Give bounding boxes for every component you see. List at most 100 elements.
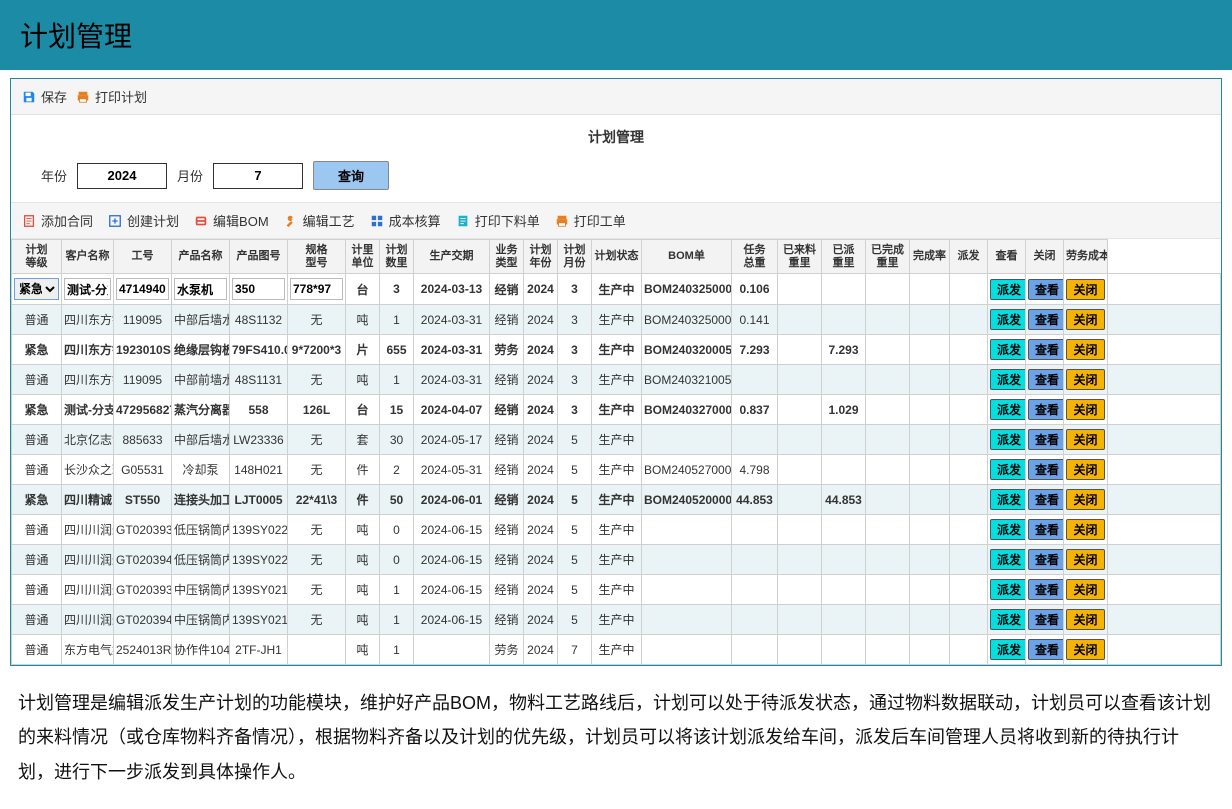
cell: LJT0005 (230, 485, 288, 515)
level-select[interactable]: 紧急 (14, 278, 59, 300)
column-header[interactable]: 产品图号 (230, 240, 288, 274)
dispatch-button[interactable]: 派发 (990, 399, 1026, 420)
create-plan-button[interactable]: 创建计划 (107, 211, 179, 230)
cell: 查看 (1026, 515, 1064, 545)
table-row[interactable]: 普通四川川润达GT020393低压锅筒内部139SY0220无吨02024-06… (12, 515, 1221, 545)
dispatch-button[interactable]: 派发 (990, 519, 1026, 540)
view-button[interactable]: 查看 (1028, 339, 1064, 360)
column-header[interactable]: BOM单 (642, 240, 732, 274)
view-button[interactable]: 查看 (1028, 309, 1064, 330)
close-button[interactable]: 关闭 (1066, 429, 1104, 450)
column-header[interactable]: 关闭 (1026, 240, 1064, 274)
column-header[interactable]: 计划数里 (380, 240, 414, 274)
table-row[interactable]: 普通长沙众之玑G05531冷却泵148H021无件22024-05-31经销20… (12, 455, 1221, 485)
table-row[interactable]: 普通四川东方银119095中部后墙水冷48S1132无吨12024-03-31经… (12, 305, 1221, 335)
add-contract-button[interactable]: 添加合同 (21, 211, 93, 230)
cell: 片 (346, 335, 380, 365)
save-button[interactable]: 保存 (21, 87, 67, 106)
edit-process-button[interactable]: 编辑工艺 (283, 211, 355, 230)
column-header[interactable]: 已来料重里 (778, 240, 822, 274)
view-button[interactable]: 查看 (1028, 279, 1064, 300)
close-button[interactable]: 关闭 (1066, 519, 1104, 540)
column-header[interactable]: 计里单位 (346, 240, 380, 274)
table-row[interactable]: 普通四川川润达GT020394-2低压锅筒内部139SY0220无吨02024-… (12, 545, 1221, 575)
dispatch-button[interactable]: 派发 (990, 609, 1026, 630)
dispatch-button[interactable]: 派发 (990, 579, 1026, 600)
print-order-button[interactable]: 打印工单 (554, 211, 626, 230)
column-header[interactable]: 计划月份 (558, 240, 592, 274)
view-button[interactable]: 查看 (1028, 639, 1064, 660)
customer-input[interactable] (64, 278, 111, 300)
dispatch-button[interactable]: 派发 (990, 429, 1026, 450)
dispatch-button[interactable]: 派发 (990, 459, 1026, 480)
table-row[interactable]: 紧急四川精诚ST550连接头加工LJT000522*41\3件502024-06… (12, 485, 1221, 515)
dispatch-button[interactable]: 派发 (990, 279, 1026, 300)
column-header[interactable]: 已完成重里 (866, 240, 910, 274)
close-button[interactable]: 关闭 (1066, 369, 1104, 390)
column-header[interactable]: 任务总重 (732, 240, 778, 274)
column-header[interactable]: 工号 (114, 240, 172, 274)
year-input[interactable] (77, 163, 167, 189)
column-header[interactable]: 产品名称 (172, 240, 230, 274)
table-row[interactable]: 普通东方电气集2524013R协作件104车2TF-JH1吨1劳务20247生产… (12, 635, 1221, 665)
cell: 0.106 (732, 274, 778, 305)
product-input[interactable] (174, 278, 227, 300)
column-header[interactable]: 客户名称 (62, 240, 114, 274)
close-button[interactable]: 关闭 (1066, 309, 1104, 330)
job-input[interactable] (116, 278, 169, 300)
view-button[interactable]: 查看 (1028, 429, 1064, 450)
drawing-input[interactable] (232, 278, 285, 300)
table-row[interactable]: 普通四川川润达GT020394-2中压锅筒内部139SY0210无吨12024-… (12, 605, 1221, 635)
view-button[interactable]: 查看 (1028, 549, 1064, 570)
view-button[interactable]: 查看 (1028, 579, 1064, 600)
table-row[interactable]: 紧急测试-分支472956827蒸汽分离器558126L台152024-04-0… (12, 395, 1221, 425)
column-header[interactable]: 计划等级 (12, 240, 62, 274)
cell: 5 (558, 575, 592, 605)
view-button[interactable]: 查看 (1028, 459, 1064, 480)
dispatch-button[interactable]: 派发 (990, 369, 1026, 390)
close-button[interactable]: 关闭 (1066, 399, 1104, 420)
close-button[interactable]: 关闭 (1066, 459, 1104, 480)
column-header[interactable]: 计划年份 (524, 240, 558, 274)
column-header[interactable]: 计划状态 (592, 240, 642, 274)
view-button[interactable]: 查看 (1028, 609, 1064, 630)
table-row[interactable]: 紧急四川东方银1923010S绝缘层钩板79FS410.099*7200*3片6… (12, 335, 1221, 365)
column-header[interactable]: 规格型号 (288, 240, 346, 274)
table-row[interactable]: 普通北京亿志沙885633中部后墙水冷LW23336无套302024-05-17… (12, 425, 1221, 455)
view-button[interactable]: 查看 (1028, 369, 1064, 390)
cell (1108, 635, 1221, 665)
table-row[interactable]: 普通四川东方银119095中部前墙水冷48S1131无吨12024-03-31经… (12, 365, 1221, 395)
column-header[interactable]: 派发 (950, 240, 988, 274)
close-button[interactable]: 关闭 (1066, 279, 1104, 300)
month-input[interactable] (213, 163, 303, 189)
cell (1108, 365, 1221, 395)
close-button[interactable]: 关闭 (1066, 339, 1104, 360)
close-button[interactable]: 关闭 (1066, 549, 1104, 570)
cost-calc-button[interactable]: 成本核算 (369, 211, 441, 230)
print-cutlist-button[interactable]: 打印下料单 (455, 211, 540, 230)
column-header[interactable]: 劳务成本 (1064, 240, 1108, 274)
table-row[interactable]: 普通四川川润达GT020393中压锅筒内部139SY0210无吨12024-06… (12, 575, 1221, 605)
column-header[interactable]: 生产交期 (414, 240, 490, 274)
close-button[interactable]: 关闭 (1066, 489, 1104, 510)
column-header[interactable]: 已派重里 (822, 240, 866, 274)
column-header[interactable]: 业务类型 (490, 240, 524, 274)
edit-bom-button[interactable]: 编辑BOM (193, 211, 269, 230)
spec-input[interactable] (290, 278, 343, 300)
dispatch-button[interactable]: 派发 (990, 309, 1026, 330)
close-button[interactable]: 关闭 (1066, 609, 1104, 630)
dispatch-button[interactable]: 派发 (990, 549, 1026, 570)
query-button[interactable]: 查询 (313, 161, 389, 190)
column-header[interactable]: 完成率 (910, 240, 950, 274)
view-button[interactable]: 查看 (1028, 399, 1064, 420)
print-plan-button[interactable]: 打印计划 (75, 87, 147, 106)
column-header[interactable]: 查看 (988, 240, 1026, 274)
dispatch-button[interactable]: 派发 (990, 639, 1026, 660)
view-button[interactable]: 查看 (1028, 489, 1064, 510)
close-button[interactable]: 关闭 (1066, 639, 1104, 660)
cell: 连接头加工 (172, 485, 230, 515)
dispatch-button[interactable]: 派发 (990, 339, 1026, 360)
dispatch-button[interactable]: 派发 (990, 489, 1026, 510)
close-button[interactable]: 关闭 (1066, 579, 1104, 600)
view-button[interactable]: 查看 (1028, 519, 1064, 540)
